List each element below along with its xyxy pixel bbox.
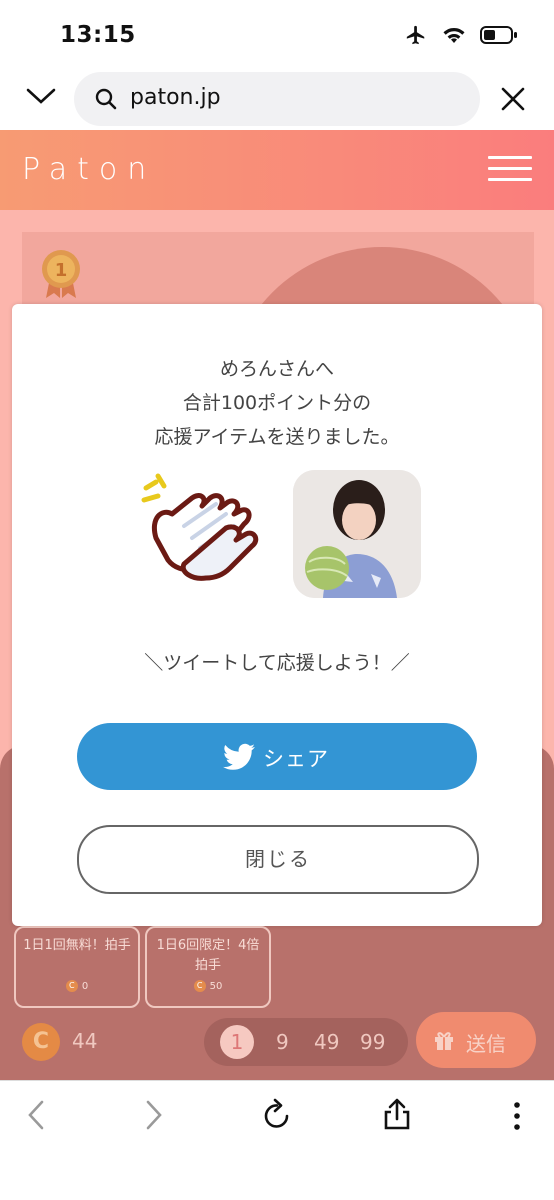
send-button[interactable]: 送信 — [416, 1012, 536, 1068]
gift-icon — [435, 1032, 453, 1050]
reload-icon[interactable] — [262, 1098, 292, 1130]
send-row: C 44 1 9 49 99 送信 — [0, 1012, 554, 1072]
support-sent-dialog: めろんさんへ 合計100ポイント分の 応援アイテムを送りました。 ＼ツイートして… — [12, 304, 542, 926]
rank-medal-icon: 1 — [42, 250, 80, 298]
twitter-bird-icon — [223, 743, 255, 770]
clapping-hands-icon — [141, 473, 259, 581]
send-label: 送信 — [466, 1032, 506, 1056]
dialog-message-recipient: めろんさんへ — [219, 358, 334, 380]
hamburger-menu-icon[interactable] — [488, 156, 532, 184]
close-icon[interactable] — [500, 86, 526, 112]
url-field[interactable]: paton.jp — [74, 72, 480, 126]
tweet-prompt: ＼ツイートして応援しよう！／ — [144, 652, 410, 674]
chevron-down-icon[interactable] — [26, 86, 56, 106]
back-arrow-icon[interactable] — [24, 1099, 48, 1131]
browser-address-bar: paton.jp — [0, 66, 554, 130]
site-header: Paton — [0, 130, 554, 210]
amount-option-99[interactable]: 99 — [360, 1030, 385, 1054]
item-card-free-clap[interactable]: 1日1回無料！拍手 C0 — [14, 926, 140, 1008]
browser-toolbar — [0, 1080, 554, 1200]
amount-option-49[interactable]: 49 — [314, 1030, 339, 1054]
share-icon[interactable] — [383, 1097, 411, 1131]
amount-selector: 1 9 49 99 — [204, 1018, 408, 1066]
coin-icon: C — [193, 980, 206, 992]
item-label: 1日1回無料！拍手 — [23, 938, 131, 953]
status-bar: 13:15 — [0, 0, 554, 66]
site-logo[interactable]: Paton — [22, 152, 156, 187]
battery-icon — [480, 26, 517, 44]
item-cost: C0 — [16, 980, 138, 992]
twitter-share-button[interactable]: シェア — [77, 723, 477, 790]
amount-option-9[interactable]: 9 — [276, 1030, 289, 1054]
status-icons — [404, 24, 518, 46]
share-label: シェア — [263, 747, 329, 771]
url-text: paton.jp — [130, 85, 221, 110]
item-cost: C 50 — [147, 980, 269, 992]
coin-balance: 44 — [72, 1029, 98, 1053]
dialog-message-points: 合計100ポイント分の — [182, 392, 372, 414]
coin-icon: C — [65, 980, 78, 992]
recipient-avatar — [293, 470, 421, 598]
item-card-4x-clap[interactable]: 1日6回限定！4倍拍手 C 50 — [145, 926, 271, 1008]
close-dialog-button[interactable]: 閉じる — [77, 825, 479, 894]
item-label: 1日6回限定！4倍拍手 — [156, 938, 260, 973]
status-time: 13:15 — [60, 22, 136, 48]
more-options-icon[interactable] — [512, 1101, 522, 1131]
airplane-mode-icon — [406, 25, 425, 45]
dialog-message-sent: 応援アイテムを送りました。 — [154, 426, 400, 448]
forward-arrow-icon[interactable] — [142, 1099, 166, 1131]
coin-icon: C — [22, 1023, 60, 1061]
rank-number: 1 — [55, 260, 68, 281]
search-icon — [95, 88, 117, 110]
amount-option-1[interactable]: 1 — [220, 1025, 254, 1059]
wifi-icon — [443, 28, 465, 43]
recipient-photo — [293, 470, 421, 598]
